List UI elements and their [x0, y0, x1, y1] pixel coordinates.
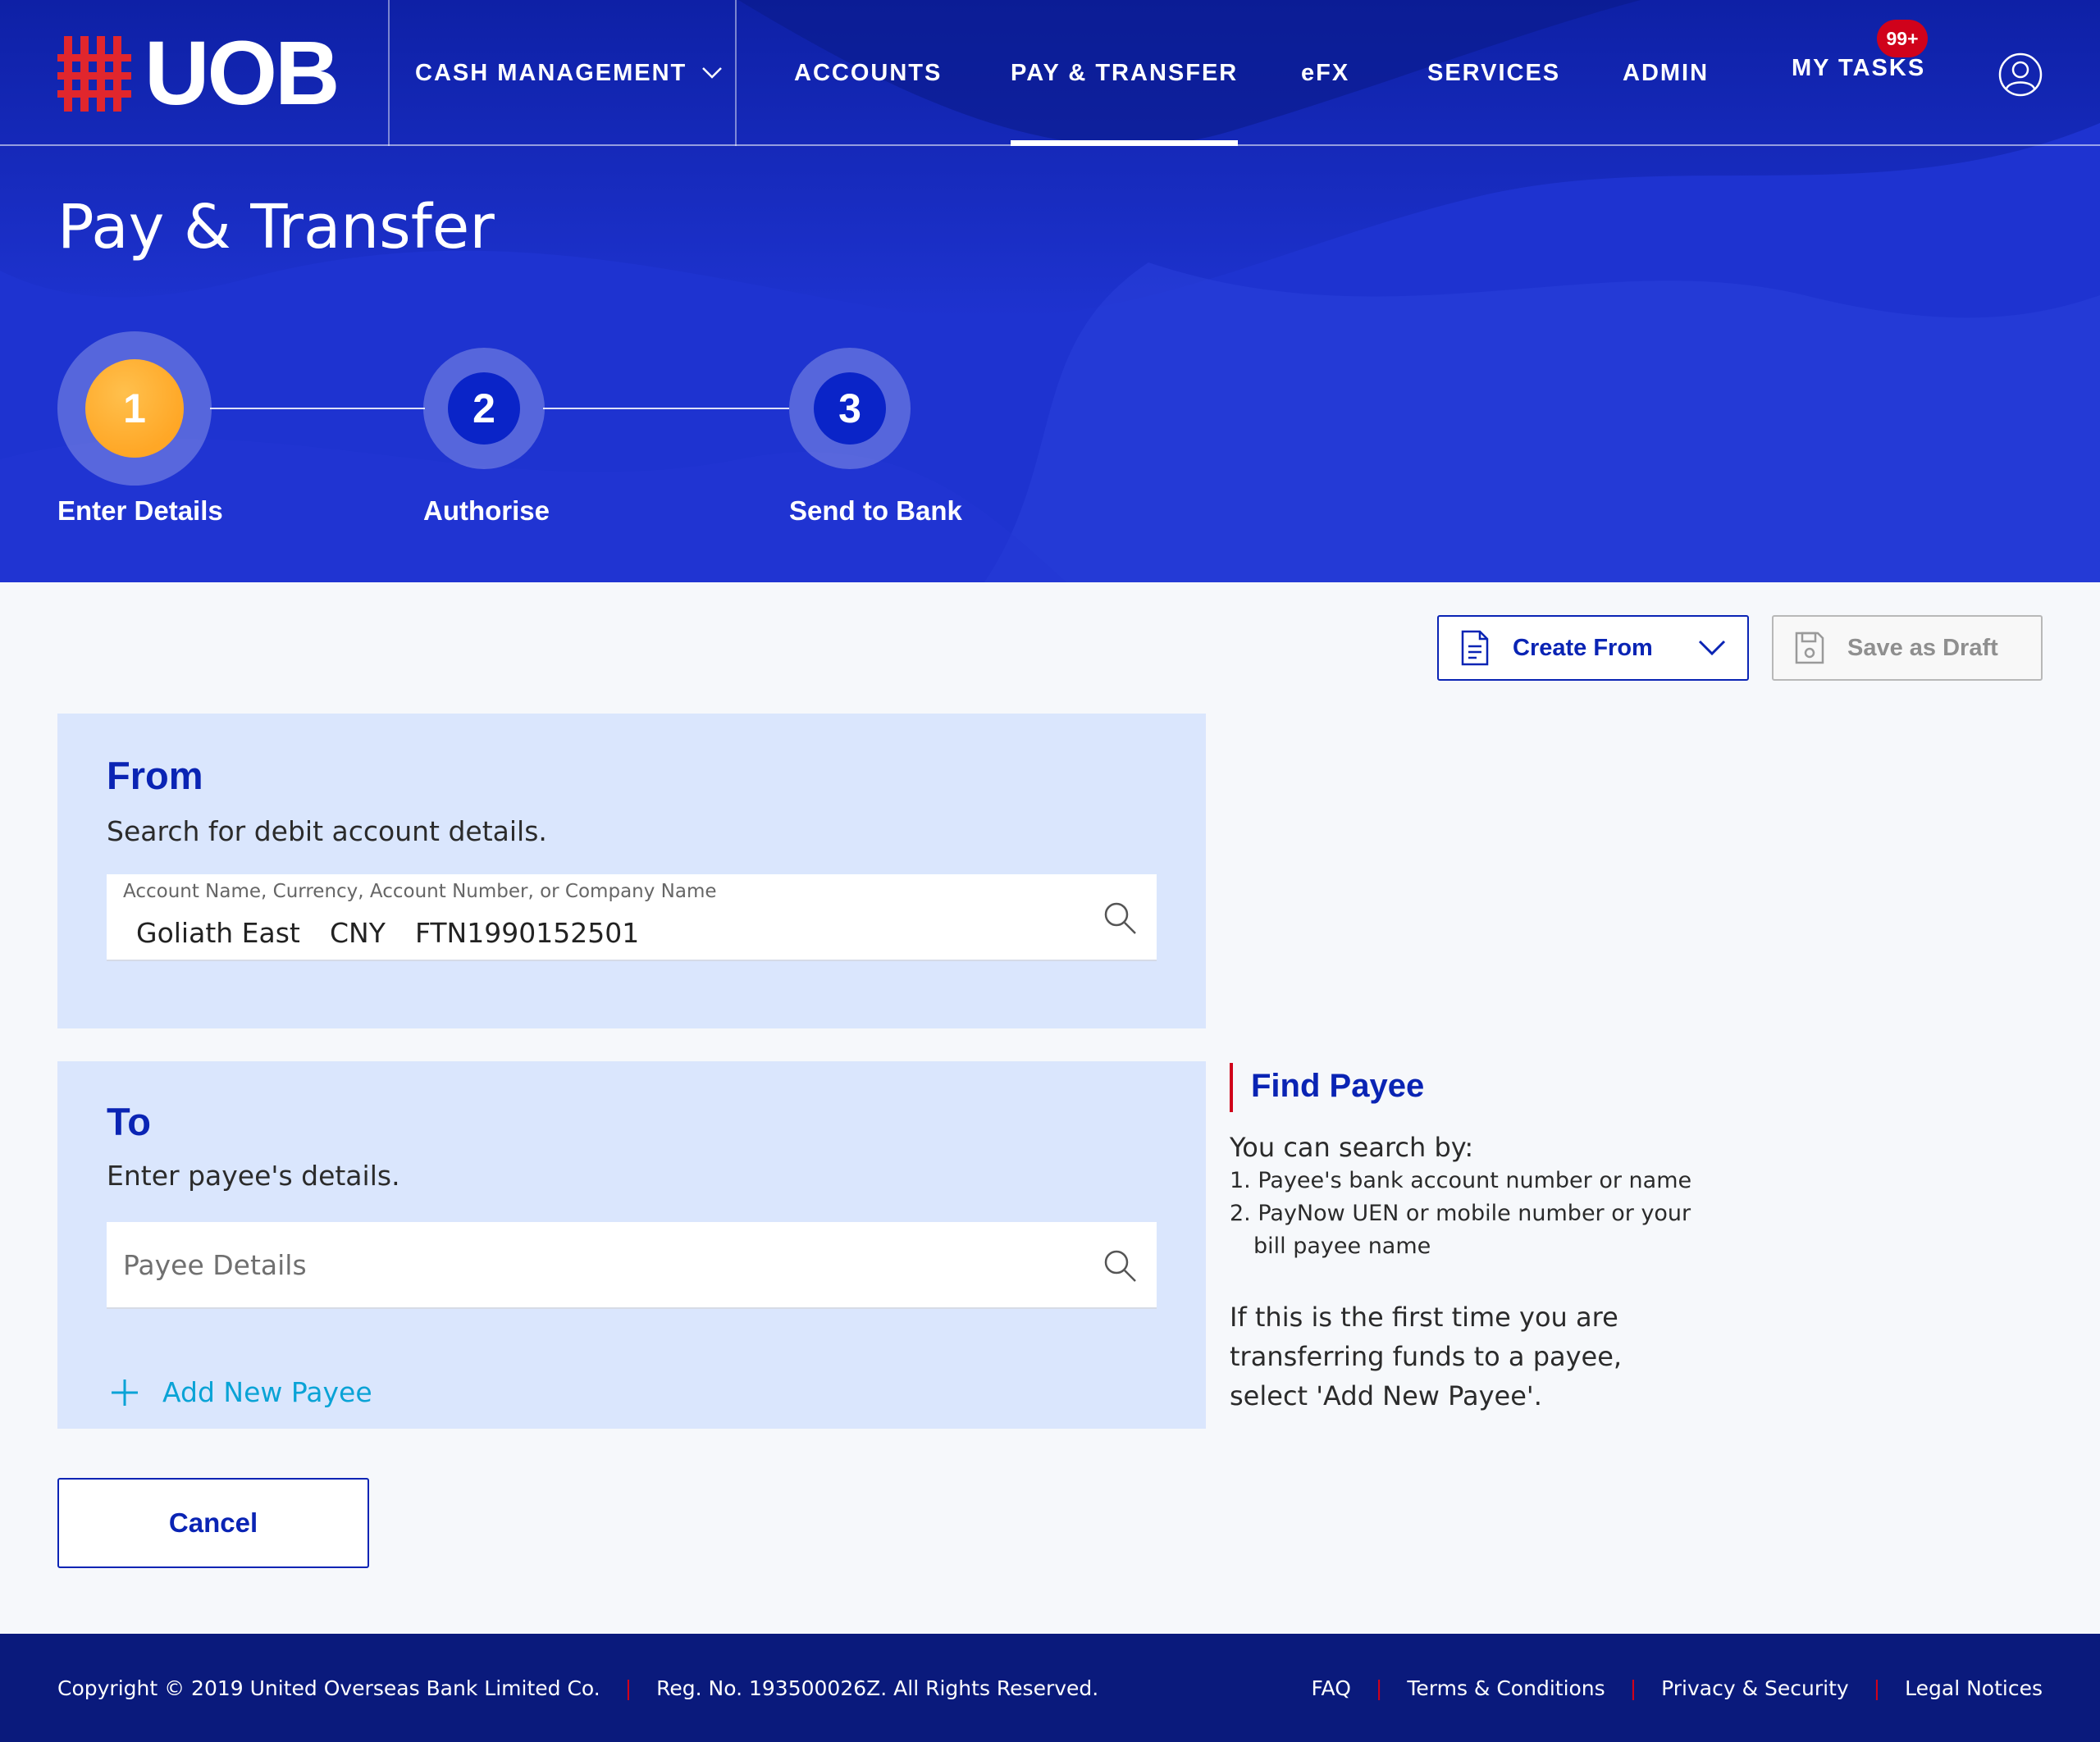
- field-floating-label: Account Name, Currency, Account Number, …: [123, 881, 717, 902]
- to-panel-title: To: [107, 1100, 151, 1143]
- nav-cash-management[interactable]: CASH MANAGEMENT: [415, 0, 723, 146]
- footer-links: FAQ | Terms & Conditions | Privacy & Sec…: [1311, 1634, 2043, 1742]
- nav-label: CASH MANAGEMENT: [415, 59, 687, 86]
- tasks-count-badge: 99+: [1877, 20, 1928, 57]
- step-label: Send to Bank: [789, 495, 962, 526]
- find-payee-note: If this is the first time you are transf…: [1230, 1302, 1623, 1411]
- copyright-text: Copyright © 2019 United Overseas Bank Li…: [57, 1676, 600, 1700]
- logo-wordmark: UOB: [144, 23, 340, 124]
- step-label: Enter Details: [57, 495, 223, 526]
- to-panel-subtitle: Enter payee's details.: [107, 1160, 400, 1192]
- footer: Copyright © 2019 United Overseas Bank Li…: [0, 1634, 2100, 1742]
- nav-services[interactable]: SERVICES: [1427, 0, 1560, 146]
- currency-value: CNY: [330, 917, 386, 949]
- footer-link-privacy[interactable]: Privacy & Security: [1661, 1676, 1849, 1700]
- payee-details-field[interactable]: [107, 1222, 1157, 1309]
- find-payee-item: 1. Payee's bank account number or name: [1230, 1168, 1692, 1193]
- step-number: 2: [448, 372, 520, 445]
- add-new-payee-link[interactable]: Add New Payee: [110, 1376, 372, 1408]
- chevron-down-icon: [1698, 640, 1726, 656]
- footer-separator: |: [1873, 1676, 1881, 1700]
- uob-logo-mark-icon: [57, 36, 131, 112]
- nav-label: SERVICES: [1427, 59, 1561, 86]
- hero-banner: UOB CASH MANAGEMENT ACCOUNTS PAY & TRANS…: [0, 0, 2100, 582]
- floppy-disk-icon: [1795, 632, 1824, 664]
- nav-label: PAY & TRANSFER: [1011, 59, 1239, 86]
- save-as-draft-button[interactable]: Save as Draft: [1772, 615, 2043, 681]
- footer-link-faq[interactable]: FAQ: [1311, 1676, 1350, 1700]
- plus-icon: [112, 1379, 138, 1406]
- create-from-label: Create From: [1513, 634, 1653, 661]
- account-name-value: Goliath East: [136, 917, 300, 949]
- document-icon: [1461, 630, 1489, 666]
- footer-separator: |: [624, 1676, 632, 1700]
- nav-divider: [388, 0, 390, 146]
- footer-separator: |: [1375, 1676, 1383, 1700]
- step-3: 3: [789, 348, 911, 469]
- step-2: 2: [423, 348, 545, 469]
- to-panel: To Enter payee's details. Add New Payee: [57, 1061, 1206, 1429]
- nav-label: ACCOUNTS: [794, 59, 943, 86]
- create-from-dropdown[interactable]: Create From: [1437, 615, 1749, 681]
- step-connector: [210, 408, 425, 409]
- nav-admin[interactable]: ADMIN: [1623, 0, 1709, 146]
- uob-logo[interactable]: UOB: [57, 29, 340, 119]
- footer-link-terms[interactable]: Terms & Conditions: [1407, 1676, 1605, 1700]
- debit-account-search-field[interactable]: Account Name, Currency, Account Number, …: [107, 874, 1157, 961]
- footer-legal: Copyright © 2019 United Overseas Bank Li…: [57, 1634, 1098, 1742]
- nav-label: ADMIN: [1623, 59, 1710, 86]
- search-icon[interactable]: [1102, 1248, 1137, 1283]
- nav-accounts[interactable]: ACCOUNTS: [794, 0, 942, 146]
- nav-divider: [735, 0, 737, 146]
- from-panel: From Search for debit account details. A…: [57, 714, 1206, 1028]
- find-payee-intro: You can search by:: [1230, 1132, 1474, 1163]
- from-panel-subtitle: Search for debit account details.: [107, 815, 547, 847]
- nav-efx[interactable]: eFX: [1301, 0, 1349, 146]
- footer-separator: |: [1629, 1676, 1637, 1700]
- step-connector: [543, 408, 789, 409]
- chevron-down-icon: [702, 67, 723, 79]
- step-number: 1: [85, 359, 184, 458]
- top-navbar: UOB CASH MANAGEMENT ACCOUNTS PAY & TRANS…: [0, 0, 2100, 146]
- search-icon[interactable]: [1102, 901, 1137, 935]
- account-number-value: FTN1990152501: [415, 917, 640, 949]
- from-panel-title: From: [107, 754, 203, 797]
- step-number: 3: [814, 372, 886, 445]
- page-title: Pay & Transfer: [57, 192, 495, 262]
- find-payee-title: Find Payee: [1251, 1068, 1425, 1104]
- registration-text: Reg. No. 193500026Z. All Rights Reserved…: [656, 1676, 1099, 1700]
- footer-link-legal[interactable]: Legal Notices: [1905, 1676, 2043, 1700]
- nav-label: MY TASKS: [1792, 54, 1926, 81]
- nav-label: eFX: [1301, 59, 1350, 86]
- step-1: 1: [57, 331, 212, 486]
- nav-pay-transfer[interactable]: PAY & TRANSFER: [1011, 0, 1239, 146]
- save-as-draft-label: Save as Draft: [1847, 634, 1998, 661]
- cancel-button[interactable]: Cancel: [57, 1478, 369, 1568]
- accent-bar: [1230, 1063, 1233, 1112]
- find-payee-item-cont: bill payee name: [1253, 1234, 1431, 1259]
- step-label: Authorise: [423, 495, 550, 526]
- user-circle-icon[interactable]: [1998, 52, 2043, 97]
- payee-details-input[interactable]: [107, 1222, 1091, 1307]
- add-new-payee-label: Add New Payee: [162, 1376, 372, 1408]
- find-payee-item: 2. PayNow UEN or mobile number or your: [1230, 1201, 1691, 1226]
